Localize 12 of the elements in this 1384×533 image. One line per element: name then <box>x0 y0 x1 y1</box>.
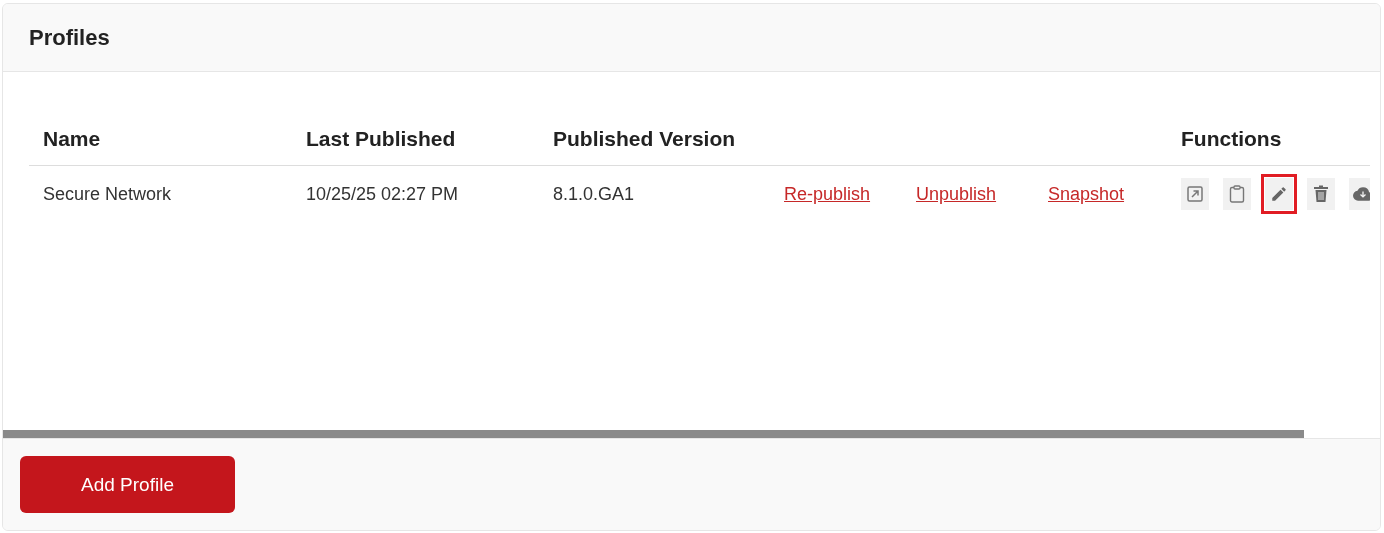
table-cell: Secure Network <box>43 183 172 205</box>
action-link[interactable]: Re-publish <box>784 183 871 204</box>
panel-title: Profiles <box>29 24 110 51</box>
action-link[interactable]: Snapshot <box>1048 183 1125 204</box>
action-link[interactable]: Unpublish <box>916 183 997 204</box>
column-header: Name <box>43 126 101 151</box>
table-cell: 10/25/25 02:27 PM <box>306 183 459 205</box>
column-header: Published Version <box>553 126 736 151</box>
add-profile-button[interactable]: Add Profile <box>20 456 235 513</box>
column-header: Last Published <box>306 126 456 151</box>
table-cell: 8.1.0.GA1 <box>553 183 635 205</box>
column-header: Functions <box>1181 126 1282 151</box>
